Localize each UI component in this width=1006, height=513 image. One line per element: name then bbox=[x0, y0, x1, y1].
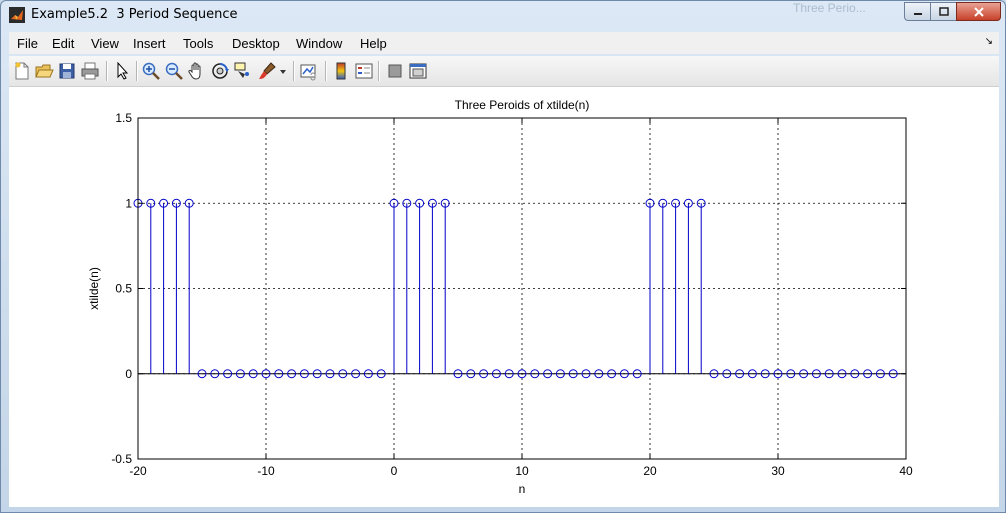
save-icon[interactable] bbox=[57, 61, 77, 81]
close-button[interactable] bbox=[956, 2, 1001, 21]
toolbar-separator bbox=[136, 61, 138, 81]
y-tick-label: 0 bbox=[125, 367, 132, 381]
minimize-button[interactable] bbox=[904, 2, 931, 21]
y-tick-label: 1.5 bbox=[115, 111, 132, 125]
zoom-in-icon[interactable] bbox=[141, 61, 161, 81]
figure-window: Example5.2 3 Period Sequence Three Perio… bbox=[0, 0, 1006, 513]
maximize-button[interactable] bbox=[930, 2, 957, 21]
print-icon[interactable] bbox=[80, 61, 100, 81]
dock-arrow-icon[interactable]: ↘ bbox=[985, 36, 993, 47]
new-figure-icon[interactable] bbox=[12, 61, 32, 81]
menu-edit[interactable]: Edit bbox=[52, 36, 74, 51]
link-plot-icon[interactable] bbox=[299, 61, 319, 81]
title-bar[interactable]: Example5.2 3 Period Sequence Three Perio… bbox=[1, 1, 1005, 29]
toolbar-separator bbox=[293, 61, 295, 81]
x-tick-label: -10 bbox=[257, 464, 275, 478]
menu-tools[interactable]: Tools bbox=[183, 36, 213, 51]
menu-bar: File Edit View Insert Tools Desktop Wind… bbox=[9, 32, 999, 54]
zoom-out-icon[interactable] bbox=[164, 61, 184, 81]
data-cursor-icon[interactable] bbox=[233, 61, 253, 81]
maximize-icon bbox=[938, 6, 949, 16]
menu-desktop[interactable]: Desktop bbox=[232, 36, 280, 51]
edit-plot-arrow-icon[interactable] bbox=[112, 61, 132, 81]
figure-toolbar bbox=[9, 56, 999, 87]
toolbar-separator bbox=[325, 61, 327, 81]
figure-canvas: -20 -10 0 10 20 30 40 -0.5 0 0.5 1 1.5 Three Peroid… bbox=[9, 87, 999, 507]
rotate-3d-icon[interactable] bbox=[210, 61, 230, 81]
menu-file[interactable]: File bbox=[17, 36, 38, 51]
menu-insert[interactable]: Insert bbox=[133, 36, 166, 51]
toolbar-separator bbox=[106, 61, 108, 81]
y-tick-label: 0.5 bbox=[115, 282, 132, 296]
x-axis-label: n bbox=[519, 482, 526, 496]
menu-view[interactable]: View bbox=[91, 36, 119, 51]
insert-legend-icon[interactable] bbox=[354, 61, 374, 81]
x-tick-label: 0 bbox=[391, 464, 398, 478]
brush-icon[interactable] bbox=[257, 61, 277, 81]
x-tick-label: 10 bbox=[515, 464, 529, 478]
stem-plot: -20 -10 0 10 20 30 40 -0.5 0 0.5 1 1.5 Three Peroid… bbox=[87, 98, 913, 496]
x-tick-label: -20 bbox=[129, 464, 147, 478]
y-tick-label: 1 bbox=[125, 196, 132, 210]
matlab-logo-icon bbox=[9, 7, 25, 23]
pan-hand-icon[interactable] bbox=[187, 61, 207, 81]
insert-colorbar-icon[interactable] bbox=[331, 61, 351, 81]
chart-title: Three Peroids of xtilde(n) bbox=[455, 98, 590, 112]
show-plot-tools-icon[interactable] bbox=[408, 61, 428, 81]
x-tick-label: 30 bbox=[771, 464, 785, 478]
y-axis-label: xtilde(n) bbox=[87, 267, 101, 310]
menu-window[interactable]: Window bbox=[296, 36, 342, 51]
window-controls bbox=[904, 2, 1001, 22]
open-file-icon[interactable] bbox=[34, 61, 54, 81]
y-tick-label: -0.5 bbox=[111, 452, 132, 466]
window-title: Example5.2 3 Period Sequence bbox=[31, 7, 238, 22]
menu-help[interactable]: Help bbox=[360, 36, 387, 51]
close-icon bbox=[973, 6, 984, 17]
hide-plot-tools-icon[interactable] bbox=[385, 61, 405, 81]
background-window-title: Three Perio... bbox=[793, 1, 866, 15]
minimize-icon bbox=[913, 12, 922, 15]
x-tick-label: 20 bbox=[643, 464, 657, 478]
dropdown-arrow-icon[interactable] bbox=[277, 61, 289, 81]
x-tick-label: 40 bbox=[899, 464, 913, 478]
toolbar-separator bbox=[378, 61, 380, 81]
